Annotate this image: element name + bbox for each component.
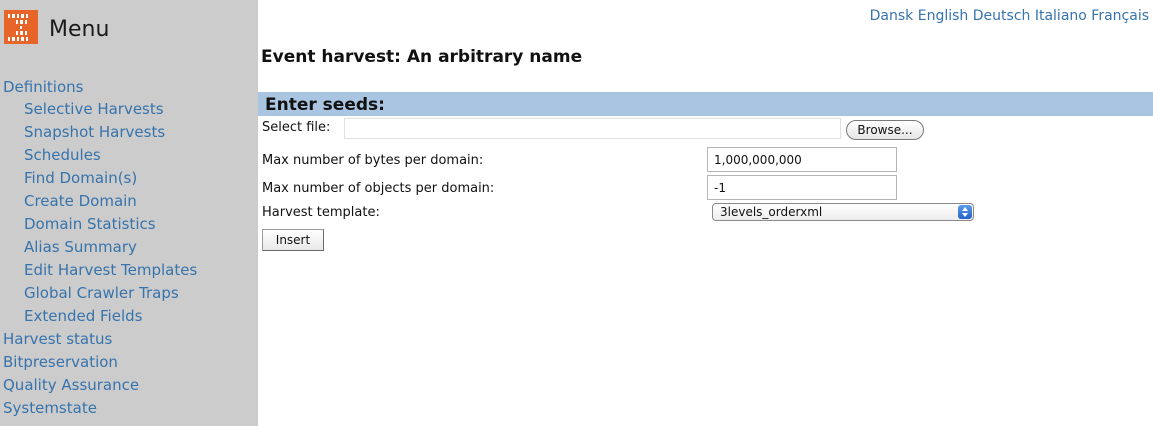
harvest-template-label: Harvest template: bbox=[262, 205, 380, 220]
file-path-field[interactable] bbox=[344, 118, 841, 139]
sidebar-item-create-domain[interactable]: Create Domain bbox=[0, 190, 258, 213]
sidebar-item-definitions[interactable]: Definitions bbox=[0, 77, 258, 97]
max-objects-label: Max number of objects per domain: bbox=[262, 181, 495, 196]
max-objects-input[interactable] bbox=[707, 175, 897, 200]
sidebar-item-selective-harvests[interactable]: Selective Harvests bbox=[0, 98, 258, 121]
sidebar-item-bitpreservation[interactable]: Bitpreservation bbox=[0, 351, 258, 374]
language-selector: Dansk English Deutsch Italiano Français bbox=[870, 8, 1149, 24]
sidebar-item-snapshot-harvests[interactable]: Snapshot Harvests bbox=[0, 121, 258, 144]
harvest-template-select[interactable]: 3levels_orderxml bbox=[712, 203, 974, 221]
section-header-title: Enter seeds: bbox=[265, 95, 385, 115]
sidebar-item-alias-summary[interactable]: Alias Summary bbox=[0, 236, 258, 259]
insert-button[interactable]: Insert bbox=[262, 229, 324, 251]
sidebar-item-quality-assurance[interactable]: Quality Assurance bbox=[0, 374, 258, 397]
harvest-template-value: 3levels_orderxml bbox=[720, 205, 823, 219]
sidebar-item-edit-harvest-templates[interactable]: Edit Harvest Templates bbox=[0, 259, 258, 282]
select-file-label: Select file: bbox=[262, 120, 331, 135]
max-bytes-label: Max number of bytes per domain: bbox=[262, 153, 484, 168]
sidebar-nav: Definitions Selective Harvests Snapshot … bbox=[0, 77, 258, 420]
language-link-francais[interactable]: Français bbox=[1091, 8, 1149, 24]
sidebar-item-systemstate[interactable]: Systemstate bbox=[0, 397, 258, 420]
language-link-english[interactable]: English bbox=[918, 8, 969, 24]
page-title: Event harvest: An arbitrary name bbox=[261, 47, 583, 67]
section-header: Enter seeds: bbox=[258, 92, 1153, 116]
browse-button[interactable]: Browse... bbox=[846, 120, 924, 140]
binary-logo-icon[interactable] bbox=[4, 10, 38, 44]
menu-title: Menu bbox=[49, 17, 110, 42]
sidebar-item-find-domains[interactable]: Find Domain(s) bbox=[0, 167, 258, 190]
language-link-deutsch[interactable]: Deutsch bbox=[973, 8, 1031, 24]
language-link-italiano[interactable]: Italiano bbox=[1035, 8, 1087, 24]
max-bytes-input[interactable] bbox=[707, 147, 897, 172]
sidebar-item-global-crawler-traps[interactable]: Global Crawler Traps bbox=[0, 282, 258, 305]
sidebar-item-harvest-status[interactable]: Harvest status bbox=[0, 328, 258, 351]
main-content: Dansk English Deutsch Italiano Français … bbox=[258, 0, 1153, 426]
updown-arrows-icon bbox=[958, 205, 972, 219]
sidebar-item-extended-fields[interactable]: Extended Fields bbox=[0, 305, 258, 328]
sidebar-item-domain-statistics[interactable]: Domain Statistics bbox=[0, 213, 258, 236]
sidebar-item-schedules[interactable]: Schedules bbox=[0, 144, 258, 167]
sidebar: Menu Definitions Selective Harvests Snap… bbox=[0, 0, 258, 426]
language-link-dansk[interactable]: Dansk bbox=[870, 8, 914, 24]
